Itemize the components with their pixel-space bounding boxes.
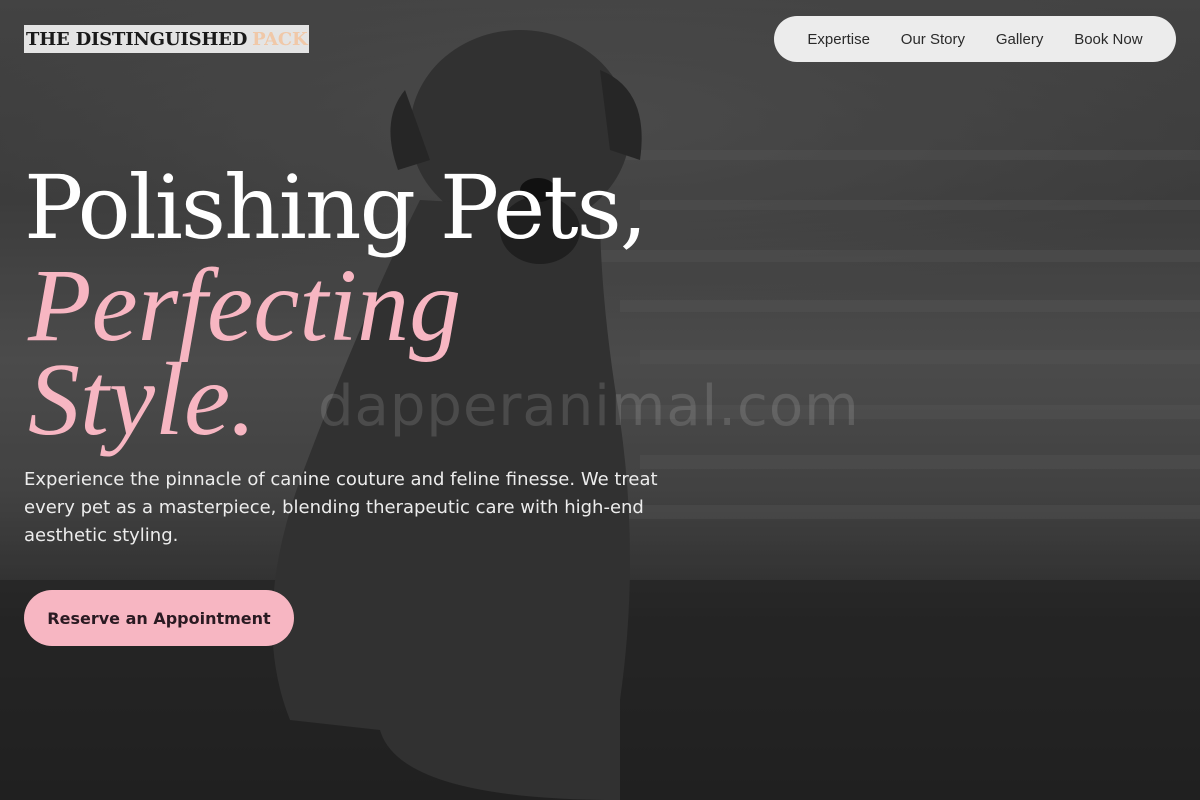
nav-link-expertise[interactable]: Expertise — [807, 31, 870, 48]
watermark-text: dapperanimal.com — [318, 374, 860, 439]
main-nav: Expertise Our Story Gallery Book Now — [774, 16, 1176, 62]
nav-link-gallery[interactable]: Gallery — [996, 31, 1044, 48]
headline-line-1: Polishing Pets, — [24, 156, 648, 259]
brand-name: THE DISTINGUISHED — [26, 28, 248, 50]
brand-name-accent: PACK — [252, 28, 308, 50]
headline-line-2: Perfecting — [28, 248, 462, 363]
brand-logo[interactable]: THE DISTINGUISHED PACK — [24, 25, 310, 53]
nav-link-book-now[interactable]: Book Now — [1074, 31, 1142, 48]
reserve-appointment-button[interactable]: Reserve an Appointment — [24, 590, 294, 646]
nav-link-our-story[interactable]: Our Story — [901, 31, 965, 48]
hero-lead-paragraph: Experience the pinnacle of canine coutur… — [24, 469, 658, 546]
